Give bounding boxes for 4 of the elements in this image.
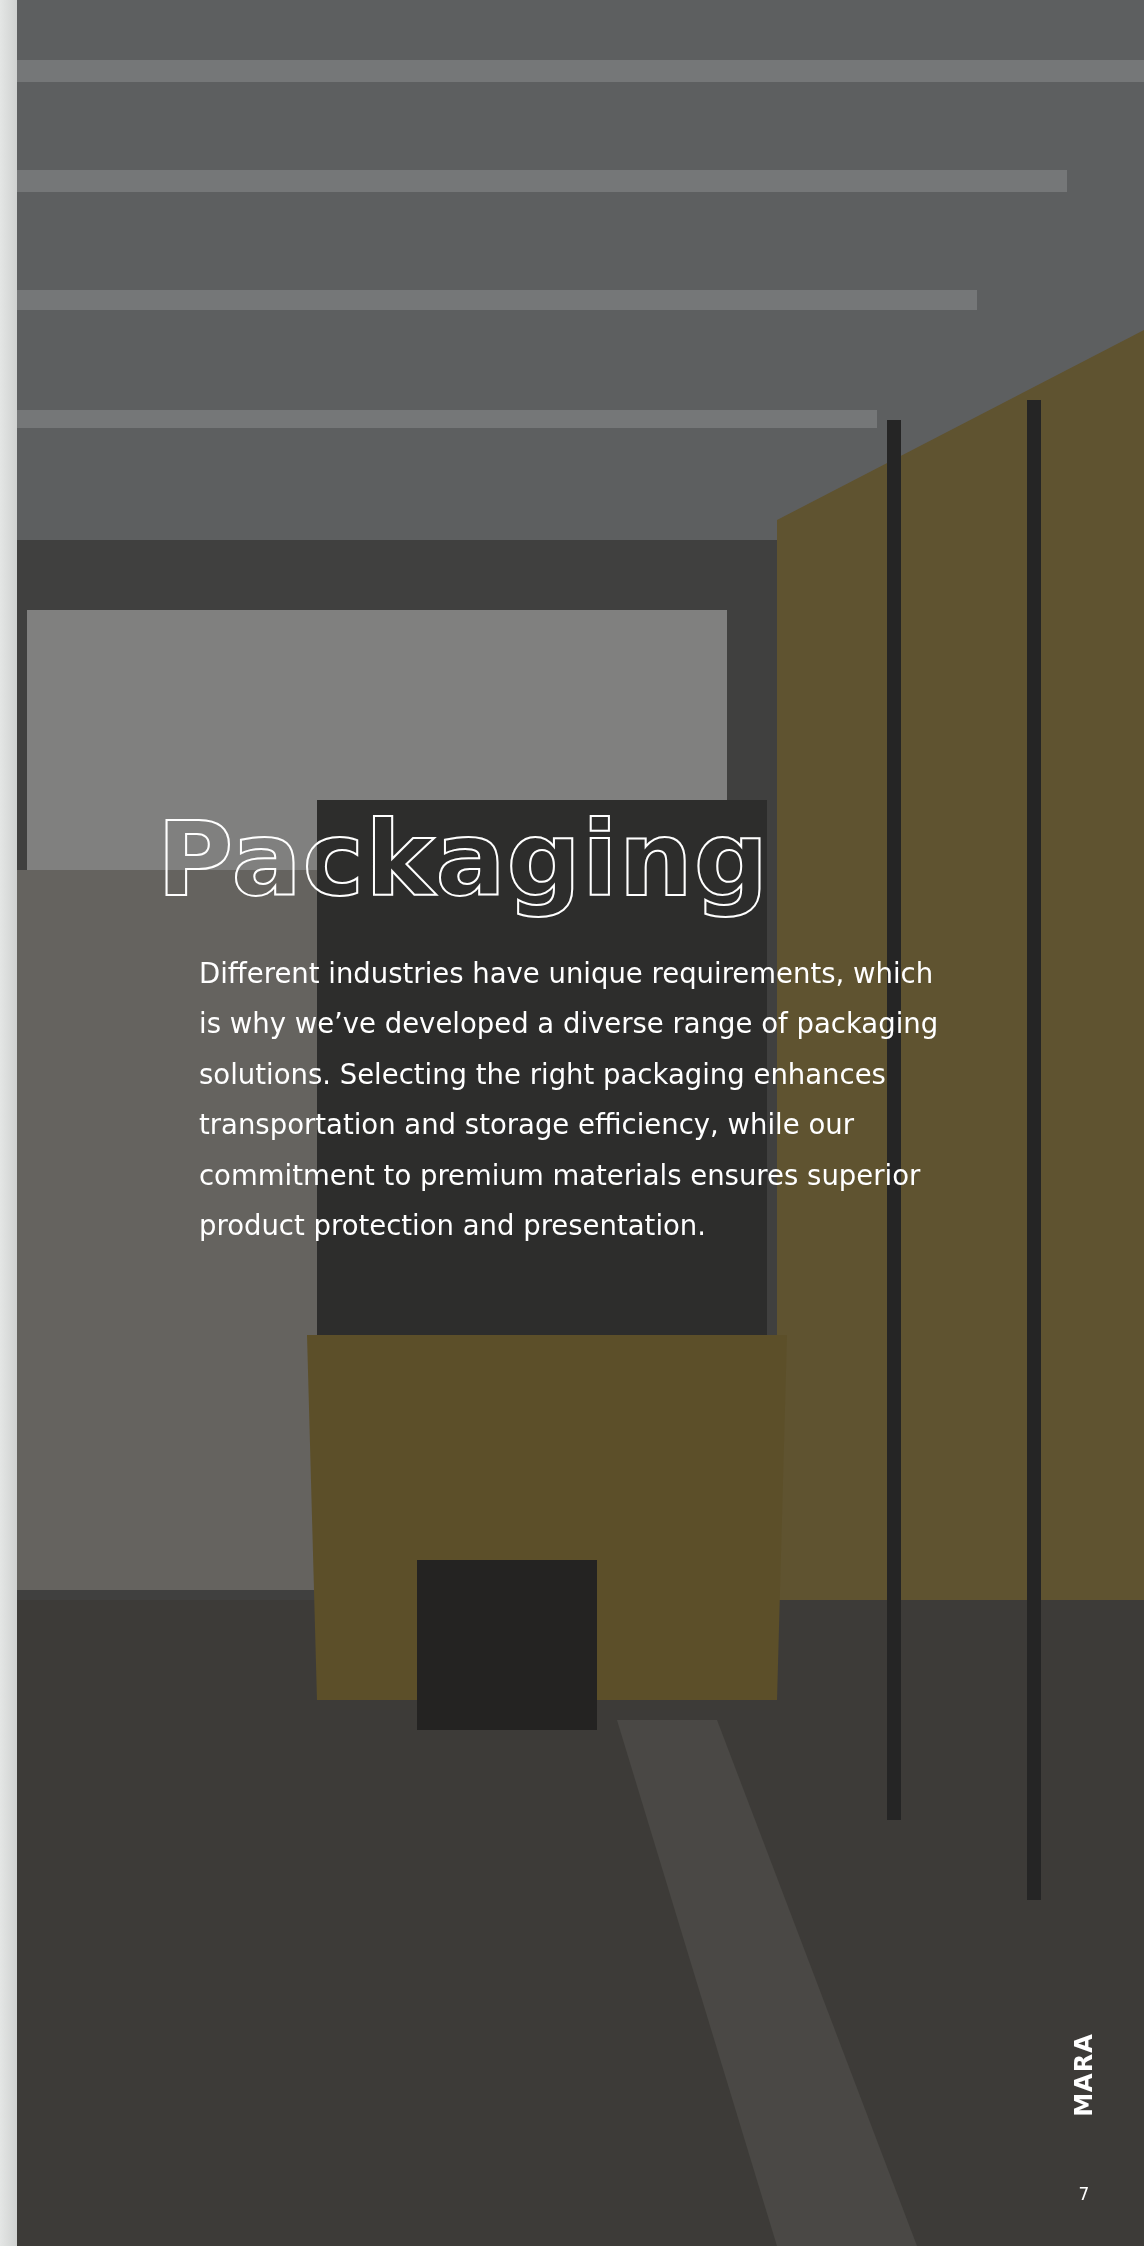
- page-number: 7: [1078, 2183, 1090, 2206]
- body-paragraph: Different industries have unique requirements, which is why we’ve developed a diverse range of packaging solutions. Selecting the right packaging enhances transportation and storage efficiency, while our commitment to premium materials ensures superior product protection and presentation.: [199, 955, 940, 1244]
- page-title: Packaging: [157, 800, 770, 920]
- logo: MARA: [1072, 2032, 1096, 2119]
